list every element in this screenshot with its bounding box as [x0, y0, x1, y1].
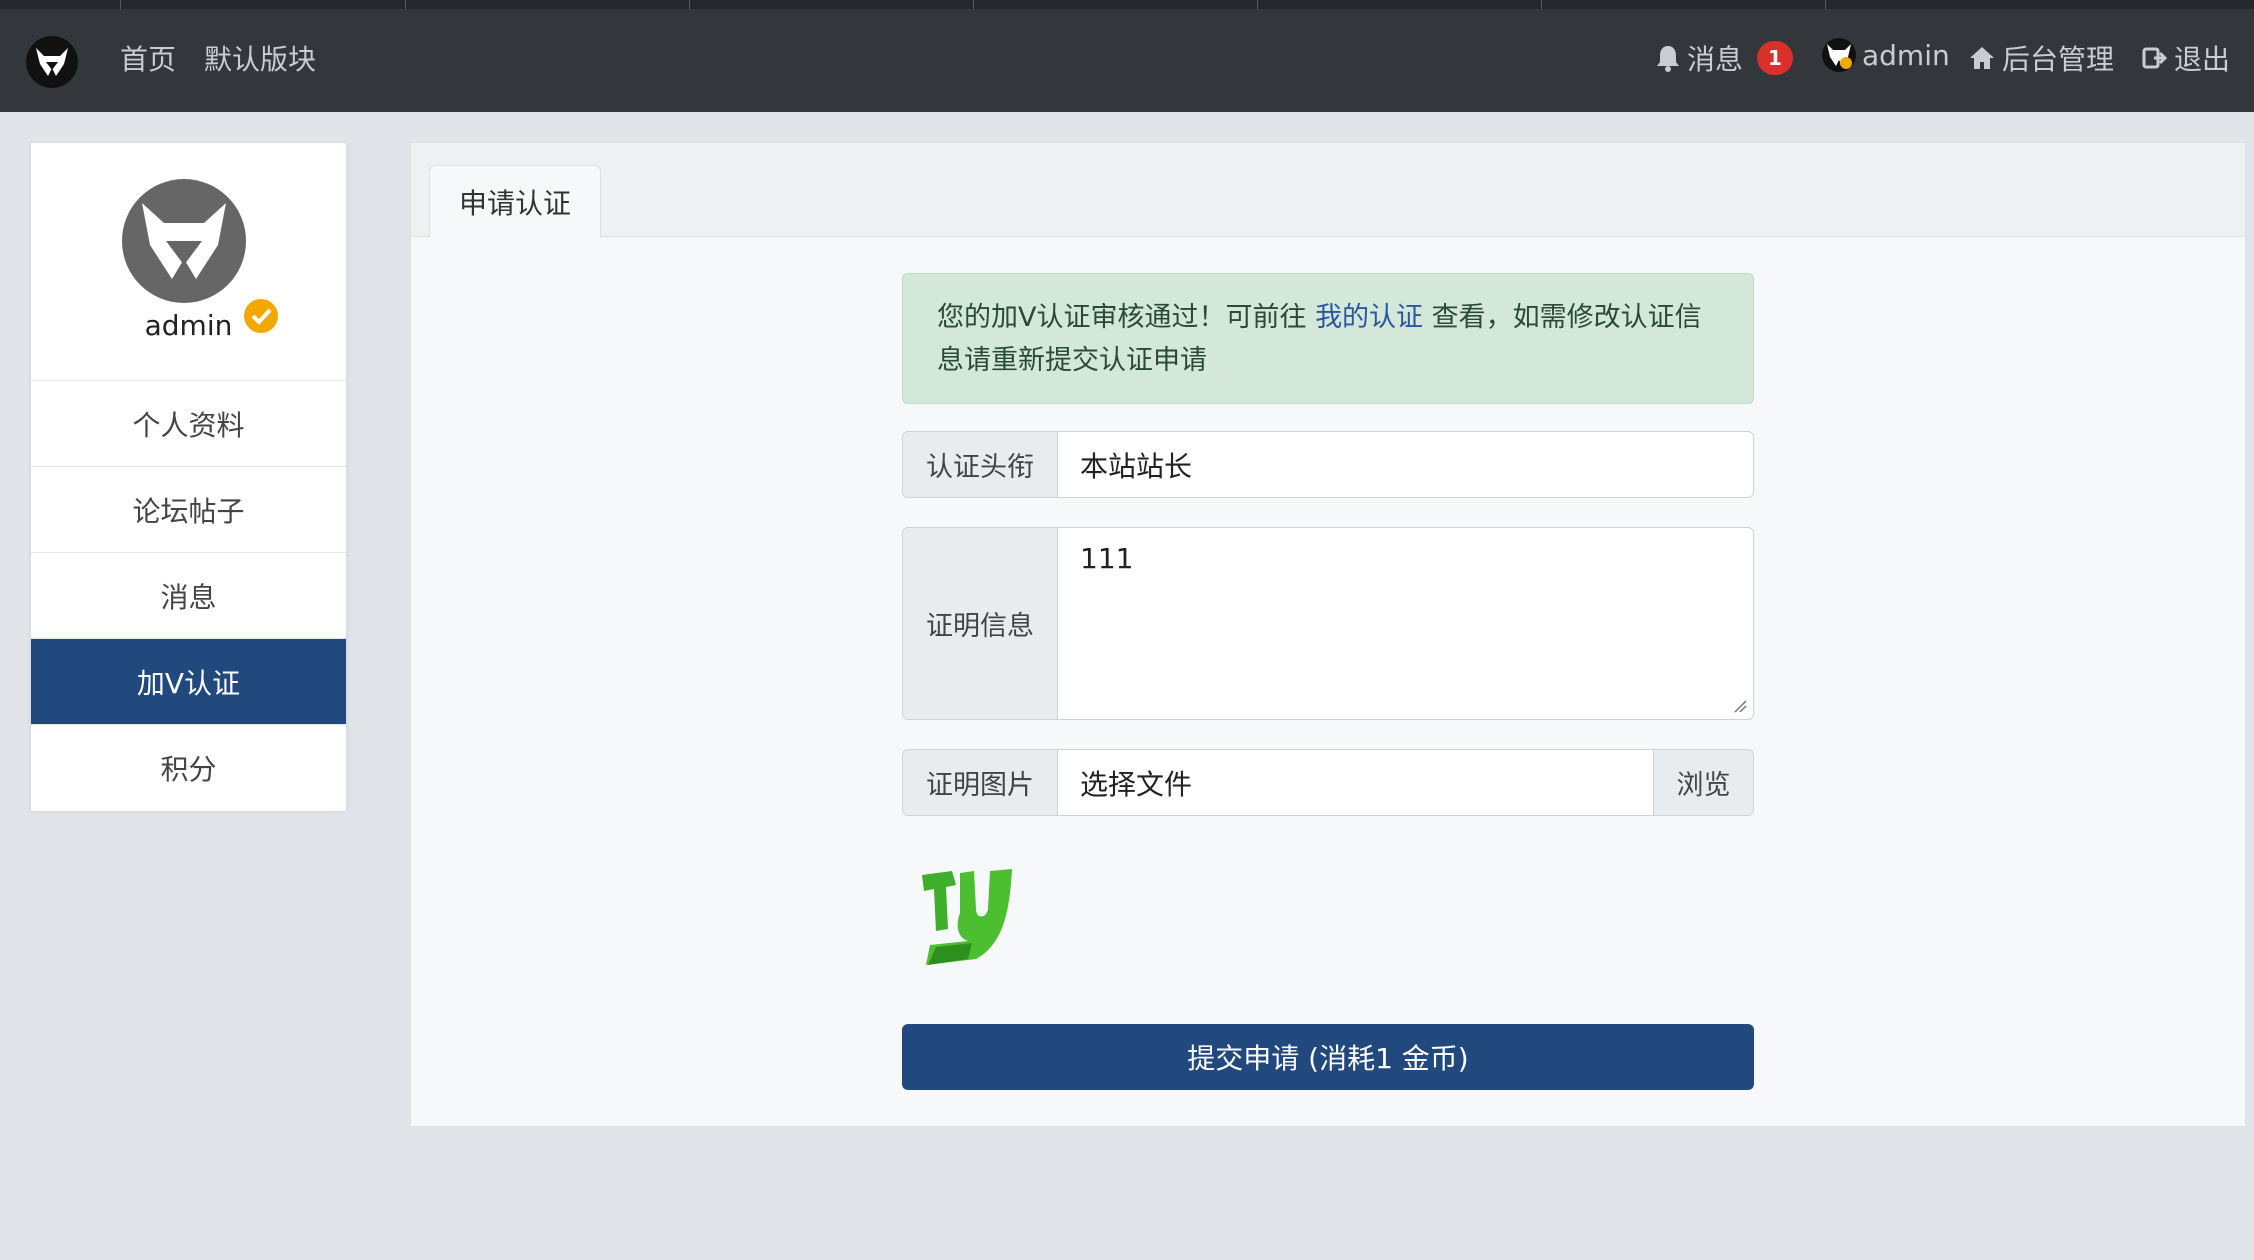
nav-messages-label: 消息 — [1687, 43, 1744, 76]
title-input[interactable]: 本站站长 — [1058, 432, 1753, 497]
proof-textarea-text: 111 — [1080, 542, 1134, 575]
sidebar-item-points[interactable]: 积分 — [31, 725, 346, 811]
main-panel: 申请认证 您的加V认证审核通过！可前往 我的认证 查看，如需修改认证信息请重新提… — [410, 142, 2246, 1127]
nav-admin-panel[interactable]: 后台管理 — [1968, 38, 2114, 78]
home-icon — [1970, 47, 1994, 69]
title-field-label: 认证头衔 — [903, 432, 1058, 497]
top-strip — [0, 0, 2254, 9]
browse-button[interactable]: 浏览 — [1653, 750, 1753, 815]
file-input[interactable]: 选择文件 — [1058, 750, 1653, 815]
panel-header: 申请认证 — [411, 143, 2245, 238]
user-sidebar: admin 个人资料 论坛帖子 消息 加V认证 积分 — [30, 142, 347, 811]
my-verification-link[interactable]: 我的认证 — [1315, 302, 1423, 333]
site-logo[interactable] — [26, 36, 78, 88]
nav-default-board-link[interactable]: 默认版块 — [204, 38, 316, 78]
nav-user[interactable]: admin — [1822, 38, 1950, 72]
title-field-group: 认证头衔 本站站长 — [902, 431, 1754, 498]
logout-icon — [2142, 47, 2168, 69]
nav-home-link[interactable]: 首页 — [120, 38, 176, 78]
resize-handle-icon[interactable] — [1733, 699, 1747, 713]
nav-admin-label: 后台管理 — [2002, 43, 2115, 76]
bell-icon — [1657, 46, 1679, 72]
bull-avatar-icon — [1827, 44, 1852, 69]
image-field-label: 证明图片 — [903, 750, 1058, 815]
bull-logo-icon — [36, 48, 68, 76]
nav-username: admin — [1862, 38, 1950, 72]
image-field-group: 证明图片 选择文件 浏览 — [902, 749, 1754, 816]
nav-logout-label: 退出 — [2174, 43, 2231, 76]
sidebar-item-profile[interactable]: 个人资料 — [31, 381, 346, 467]
proof-textarea[interactable]: 111 — [1058, 528, 1753, 719]
nav-logout[interactable]: 退出 — [2142, 38, 2230, 78]
proof-field-group: 证明信息 111 — [902, 527, 1754, 720]
success-alert: 您的加V认证审核通过！可前往 我的认证 查看，如需修改认证信息请重新提交认证申请 — [902, 273, 1754, 404]
profile-card: admin — [31, 143, 346, 381]
bull-avatar-icon — [142, 203, 226, 279]
nav-messages[interactable]: 消息 1 — [1655, 38, 1794, 78]
captcha-image[interactable] — [916, 863, 1026, 973]
message-count-badge: 1 — [1757, 41, 1794, 75]
sidebar-item-verification[interactable]: 加V认证 — [31, 639, 346, 725]
top-navbar: 首页 默认版块 消息 1 admin 后台管理 退出 — [0, 0, 2254, 112]
user-avatar — [1822, 38, 1856, 72]
profile-username: admin — [144, 309, 233, 342]
sidebar-item-posts[interactable]: 论坛帖子 — [31, 467, 346, 553]
tab-apply-verification[interactable]: 申请认证 — [429, 165, 601, 238]
sidebar-item-messages[interactable]: 消息 — [31, 553, 346, 639]
alert-text-before: 您的加V认证审核通过！可前往 — [937, 302, 1316, 333]
proof-field-label: 证明信息 — [903, 528, 1058, 719]
submit-button[interactable]: 提交申请 (消耗1 金币) — [902, 1024, 1754, 1090]
profile-avatar[interactable] — [122, 179, 278, 333]
